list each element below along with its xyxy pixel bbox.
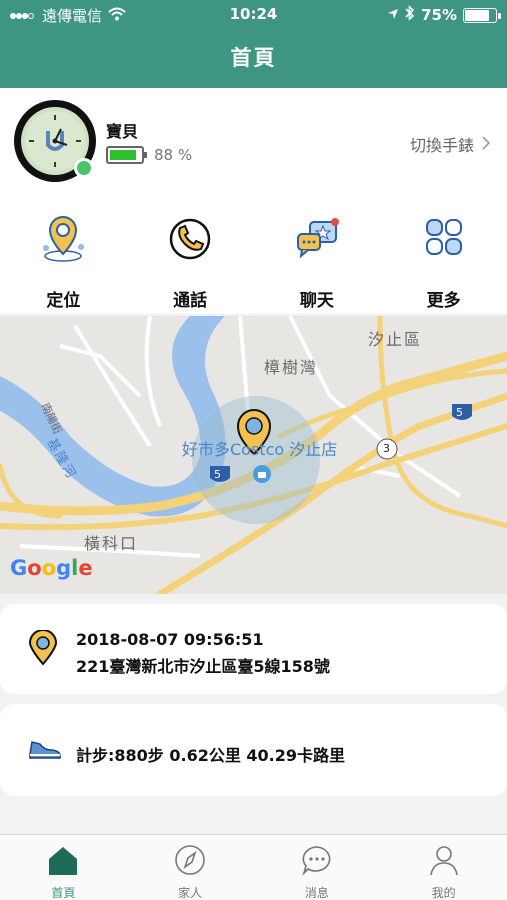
bluetooth-icon <box>405 5 415 25</box>
user-icon <box>427 843 461 880</box>
map-label-route-3: 3 <box>383 442 390 455</box>
watch-battery: 88 % <box>106 146 192 164</box>
tab-label: 首頁 <box>51 886 76 900</box>
action-label: 定位 <box>46 291 81 311</box>
tab-me[interactable]: 我的 <box>380 835 507 900</box>
message-icon <box>300 843 334 880</box>
battery-icon <box>463 7 501 23</box>
page-title: 首頁 <box>230 46 277 70</box>
watch-battery-percent: 88 % <box>154 146 193 164</box>
chat-icon <box>292 214 342 268</box>
phone-icon <box>165 214 215 268</box>
action-locate[interactable]: 定位 <box>0 196 127 314</box>
top-bar: 遠傳電信 10:24 75% 首頁 <box>0 0 507 88</box>
tab-messages[interactable]: 消息 <box>254 835 381 900</box>
wearer-name: 寶貝 <box>106 122 139 141</box>
google-logo: Google <box>10 556 93 580</box>
map-label-hengke: 橫科口 <box>84 534 139 553</box>
steps-card[interactable]: 計步:880步 0.62公里 40.29卡路里 <box>0 704 507 796</box>
switch-watch-label: 切換手錶 <box>409 136 474 155</box>
action-label: 聊天 <box>299 291 334 311</box>
location-icon <box>38 214 88 268</box>
tab-label: 消息 <box>304 886 329 900</box>
map-label-zhangshuwan: 樟樹灣 <box>264 358 319 377</box>
switch-watch-button[interactable]: 切換手錶 <box>410 132 491 156</box>
home-icon <box>46 843 80 880</box>
action-label: 更多 <box>426 291 461 311</box>
quick-actions: 定位 通話 聊天 更多 <box>0 196 507 314</box>
tab-family[interactable]: 家人 <box>127 835 254 900</box>
map-label-xizhi: 汐止區 <box>368 330 423 349</box>
battery-icon <box>106 146 147 164</box>
battery-percent: 75% <box>421 6 457 24</box>
map-label-costco: 好市多Costco 汐止店 <box>182 440 338 459</box>
compass-icon <box>173 843 207 880</box>
sneaker-icon <box>28 736 62 764</box>
map-label-route-5: 5 <box>214 468 221 481</box>
tab-home[interactable]: 首頁 <box>0 835 127 900</box>
location-arrow-icon <box>387 6 399 24</box>
more-grid-icon <box>419 214 469 268</box>
action-label: 通話 <box>173 291 208 311</box>
status-bar: 遠傳電信 10:24 75% <box>0 0 507 30</box>
watch-profile: 寶貝 88 % 切換手錶 <box>0 88 507 196</box>
action-chat[interactable]: 聊天 <box>254 196 381 314</box>
map-label-route-5: 5 <box>456 406 463 419</box>
location-card[interactable]: 2018-08-07 09:56:51 221臺灣新北市汐止區臺5線158號 <box>0 604 507 694</box>
map-view[interactable]: 汐止區 樟樹灣 好市多Costco 汐止店 橫科口 南陽街 基隆河 5 5 3 … <box>0 316 507 594</box>
chevron-right-icon <box>482 135 491 154</box>
location-time: 2018-08-07 09:56:51 <box>76 630 264 649</box>
tab-label: 家人 <box>178 886 203 900</box>
location-pin-icon <box>28 629 58 670</box>
tab-bar: 首頁 家人 消息 我的 <box>0 834 507 900</box>
location-address: 221臺灣新北市汐止區臺5線158號 <box>76 657 330 676</box>
online-status-dot <box>74 158 94 178</box>
action-call[interactable]: 通話 <box>127 196 254 314</box>
tab-label: 我的 <box>431 886 456 900</box>
action-more[interactable]: 更多 <box>380 196 507 314</box>
river-shape <box>0 316 226 517</box>
steps-summary: 計步:880步 0.62公里 40.29卡路里 <box>76 746 346 765</box>
status-right: 75% <box>387 5 501 25</box>
